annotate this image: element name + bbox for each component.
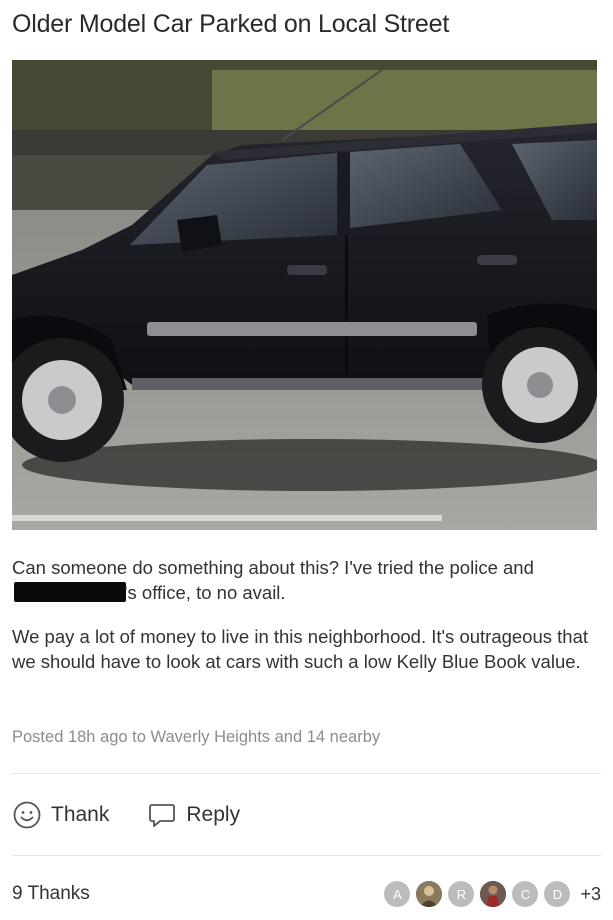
thanks-avatars[interactable]: A R C D +3 [378, 881, 601, 907]
avatar[interactable]: C [512, 881, 539, 907]
post-body-paragraph-1: Can someone do something about this? I'v… [12, 555, 602, 605]
reply-button[interactable]: Reply [147, 800, 240, 830]
post-meta[interactable]: Posted 18h ago to Waverly Heights and 14… [12, 728, 380, 747]
avatar[interactable] [480, 881, 507, 907]
more-thanks-count[interactable]: +3 [580, 884, 601, 905]
post-body-paragraph-2: We pay a lot of money to live in this ne… [12, 626, 589, 672]
post-photo[interactable] [12, 60, 597, 530]
avatar[interactable] [416, 881, 443, 907]
redaction-bar [14, 582, 126, 602]
divider [12, 773, 601, 774]
avatar[interactable]: R [448, 881, 475, 907]
thanks-footer: 9 Thanks A R C D +3 [12, 872, 601, 916]
thank-button[interactable]: Thank [12, 800, 109, 830]
car-photo-illustration [12, 60, 597, 530]
speech-bubble-icon [147, 800, 177, 830]
reply-label: Reply [186, 803, 241, 826]
paragraph-1-text-before: Can someone do something about this? I'v… [12, 557, 534, 578]
thanks-count[interactable]: 9 Thanks [12, 883, 90, 905]
post-title: Older Model Car Parked on Local Street [12, 10, 450, 38]
post-actions: Thank Reply [12, 795, 240, 835]
rear-wheel [482, 327, 597, 443]
divider [12, 855, 601, 856]
avatar[interactable]: D [544, 881, 571, 907]
smiley-icon [12, 800, 42, 830]
paragraph-1-text-after: 's office, to no avail. [124, 582, 286, 603]
avatar[interactable]: A [384, 881, 411, 907]
thank-label: Thank [51, 803, 110, 826]
